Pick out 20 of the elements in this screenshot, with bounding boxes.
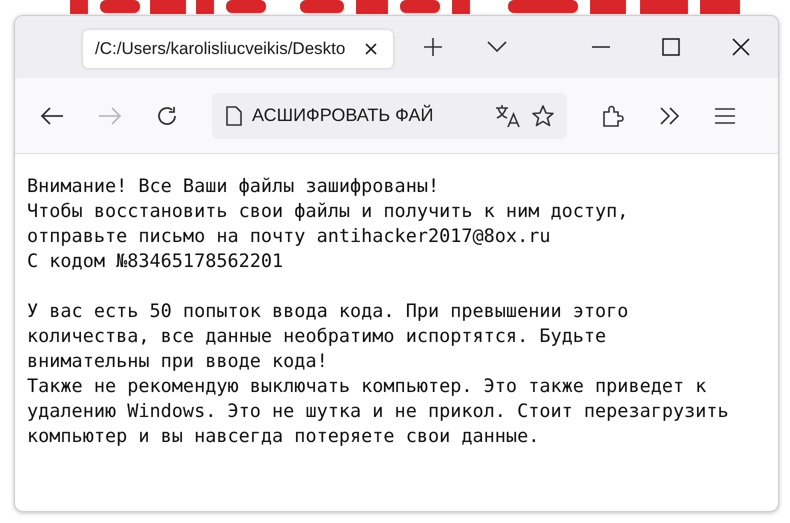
page-icon [226, 106, 242, 126]
back-arrow-icon[interactable] [40, 106, 64, 126]
translate-icon[interactable] [495, 104, 521, 128]
close-icon[interactable] [732, 38, 750, 56]
note-paragraph: Внимание! Все Ваши файлы зашифрованы! Чтобы восстановить свои файлы и получить к ним доступ, отправьте письмо на почту antihacker2017@8ox.ru С кодом №83465178562201 [27, 175, 630, 274]
new-tab-icon[interactable] [423, 37, 443, 57]
maximize-icon[interactable] [662, 38, 680, 56]
address-bar[interactable]: АСШИФРОВАТЬ ФАЙ [212, 92, 567, 138]
chevron-down-icon[interactable] [487, 41, 507, 53]
minimize-icon[interactable] [592, 46, 610, 48]
double-chevron-icon[interactable] [659, 106, 681, 124]
address-text: АСШИФРОВАТЬ ФАЙ [252, 105, 434, 126]
star-icon[interactable] [531, 104, 555, 128]
tab-title: /C:/Users/karolisliucveikis/Deskto [95, 39, 346, 59]
menu-icon[interactable] [715, 108, 735, 124]
close-icon[interactable] [363, 41, 379, 57]
reload-icon[interactable] [156, 104, 178, 126]
browser-tab[interactable]: /C:/Users/karolisliucveikis/Deskto [83, 30, 393, 68]
note-paragraph: У вас есть 50 попыток ввода кода. При превышении этого количества, все данные необратимо испортятся. Будьте внимательны при вводе кода! Также не рекомендую выключать компьютер. Это также приведет к удалению Windows. Это не шутка и не прикол. Стоит перезагрузить компьютер и вы навсегда потеряете свои данные. [27, 300, 730, 449]
puzzle-icon[interactable] [601, 104, 625, 128]
